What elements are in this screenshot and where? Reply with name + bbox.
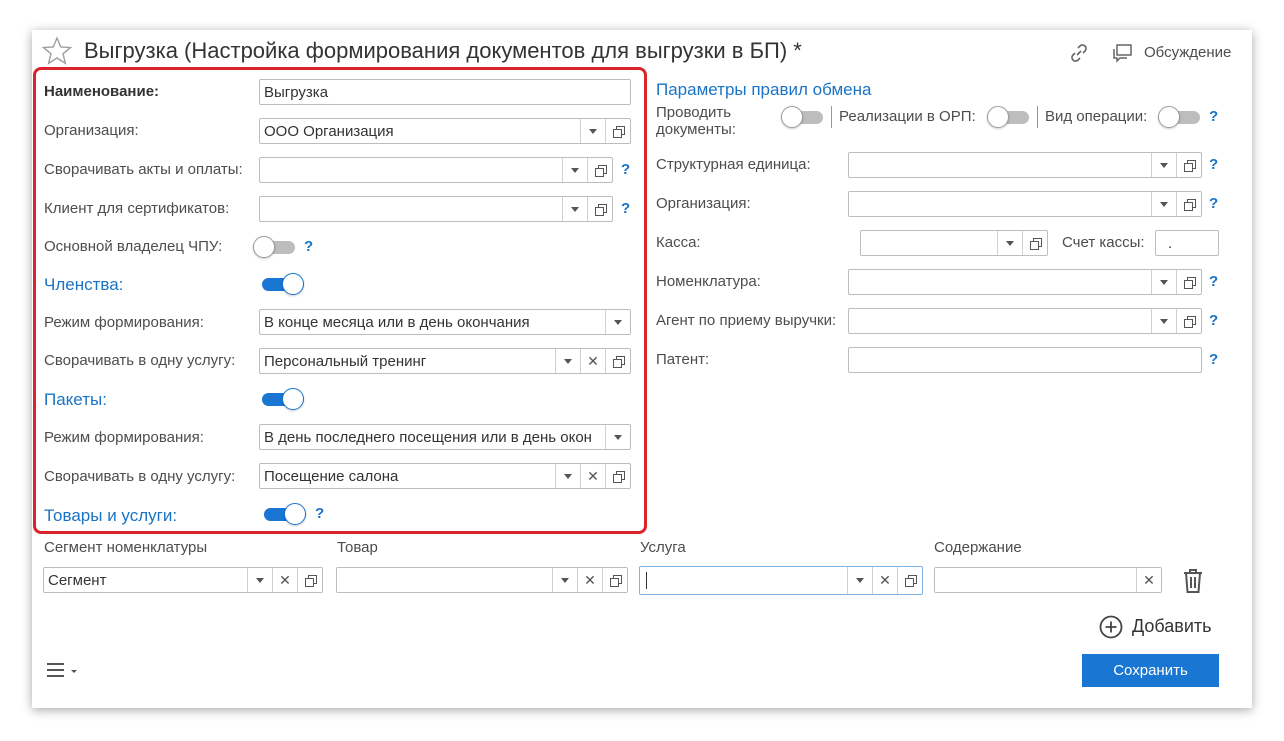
patent-input[interactable] — [848, 347, 1202, 373]
goods-field[interactable]: ✕ — [336, 567, 628, 593]
window-title: Выгрузка (Настройка формирования докумен… — [84, 38, 802, 63]
open-icon — [1183, 276, 1196, 289]
cash-label: Касса: — [656, 234, 701, 251]
content-clear-button[interactable]: ✕ — [1136, 568, 1161, 592]
cash-account-label: Счет кассы: — [1062, 234, 1145, 251]
segment-open-button[interactable] — [297, 568, 322, 592]
toggle-knob — [1158, 106, 1180, 128]
help-icon[interactable]: ? — [1209, 273, 1218, 290]
right-org-label: Организация: — [656, 195, 751, 212]
agent-dropdown-button[interactable] — [1151, 309, 1176, 333]
help-icon[interactable]: ? — [1209, 156, 1218, 173]
cash-account-value: . — [1168, 235, 1173, 252]
cash-account-input[interactable]: . — [1155, 230, 1219, 256]
service-field[interactable]: ✕ — [639, 566, 923, 595]
save-button[interactable]: Сохранить — [1082, 654, 1219, 687]
goods-open-button[interactable] — [602, 568, 627, 592]
open-icon — [1183, 159, 1196, 172]
toggle-knob — [781, 106, 803, 128]
chevron-down-icon — [256, 577, 264, 583]
exchange-params-title: Параметры правил обмена — [656, 80, 872, 99]
close-icon: ✕ — [1143, 571, 1155, 588]
chevron-down-icon — [1160, 279, 1168, 285]
chevron-down-icon — [561, 577, 569, 583]
right-org-field[interactable] — [848, 191, 1202, 217]
post-docs-label-text: Проводить документы: — [656, 104, 736, 138]
chevron-down-icon — [1160, 201, 1168, 207]
hamburger-icon[interactable] — [46, 661, 80, 681]
open-icon — [1029, 237, 1042, 250]
goods-dropdown-button[interactable] — [552, 568, 577, 592]
nomenclature-label: Номенклатура: — [656, 273, 761, 290]
col-header-service: Услуга — [640, 539, 686, 556]
help-icon[interactable]: ? — [1209, 351, 1218, 368]
segment-dropdown-button[interactable] — [247, 568, 272, 592]
chevron-down-icon — [1160, 318, 1168, 324]
chevron-down-icon — [1160, 162, 1168, 168]
trash-icon[interactable] — [1182, 568, 1204, 594]
cash-open-button[interactable] — [1022, 231, 1047, 255]
close-icon: ✕ — [584, 571, 596, 588]
help-icon[interactable]: ? — [1209, 108, 1218, 125]
orp-label: Реализации в ОРП: — [839, 108, 976, 125]
plus-circle-icon — [1099, 615, 1123, 643]
chevron-down-icon — [856, 578, 864, 583]
separator — [1037, 106, 1038, 128]
cash-field[interactable] — [860, 230, 1048, 256]
help-icon[interactable]: ? — [1209, 195, 1218, 212]
close-icon: ✕ — [279, 571, 291, 588]
nomenclature-dropdown-button[interactable] — [1151, 270, 1176, 294]
col-header-content: Содержание — [934, 539, 1022, 556]
toggle-knob — [987, 106, 1009, 128]
text-cursor — [646, 572, 647, 589]
orp-toggle[interactable] — [987, 106, 1029, 128]
struct-unit-open-button[interactable] — [1176, 153, 1201, 177]
post-docs-label: Проводить документы: — [656, 104, 756, 138]
close-icon: ✕ — [879, 572, 891, 588]
service-dropdown-button[interactable] — [847, 567, 872, 594]
op-type-label: Вид операции: — [1045, 108, 1148, 125]
discussion-link[interactable]: Обсуждение — [1144, 44, 1231, 61]
post-docs-toggle[interactable] — [781, 106, 823, 128]
nomenclature-field[interactable] — [848, 269, 1202, 295]
content-field[interactable]: ✕ — [934, 567, 1162, 593]
star-icon[interactable] — [41, 36, 73, 66]
open-icon — [1183, 198, 1196, 211]
goods-clear-button[interactable]: ✕ — [577, 568, 602, 592]
chevron-down-icon — [1006, 240, 1014, 246]
chat-icon[interactable] — [1112, 42, 1134, 64]
add-row-button[interactable]: Добавить — [1099, 614, 1219, 640]
service-clear-button[interactable]: ✕ — [872, 567, 897, 594]
open-icon — [1183, 315, 1196, 328]
agent-open-button[interactable] — [1176, 309, 1201, 333]
right-org-dropdown-button[interactable] — [1151, 192, 1176, 216]
separator — [831, 106, 832, 128]
open-icon — [304, 574, 317, 587]
right-org-open-button[interactable] — [1176, 192, 1201, 216]
agent-label: Агент по приему выручки: — [656, 312, 837, 329]
agent-field[interactable] — [848, 308, 1202, 334]
col-header-goods: Товар — [337, 539, 378, 556]
segment-clear-button[interactable]: ✕ — [272, 568, 297, 592]
op-type-toggle[interactable] — [1158, 106, 1200, 128]
open-icon — [609, 574, 622, 587]
segment-field[interactable]: Сегмент ✕ — [43, 567, 323, 593]
col-header-segment: Сегмент номенклатуры — [44, 539, 208, 556]
open-icon — [904, 575, 917, 587]
patent-label: Патент: — [656, 351, 710, 368]
nomenclature-open-button[interactable] — [1176, 270, 1201, 294]
segment-value: Сегмент — [48, 572, 107, 589]
cash-dropdown-button[interactable] — [997, 231, 1022, 255]
link-icon[interactable] — [1068, 42, 1090, 64]
struct-unit-dropdown-button[interactable] — [1151, 153, 1176, 177]
help-icon[interactable]: ? — [1209, 312, 1218, 329]
highlight-frame — [33, 67, 647, 534]
struct-unit-label: Структурная единица: — [656, 156, 811, 173]
add-row-label: Добавить — [1132, 616, 1212, 636]
service-open-button[interactable] — [897, 567, 922, 594]
struct-unit-field[interactable] — [848, 152, 1202, 178]
